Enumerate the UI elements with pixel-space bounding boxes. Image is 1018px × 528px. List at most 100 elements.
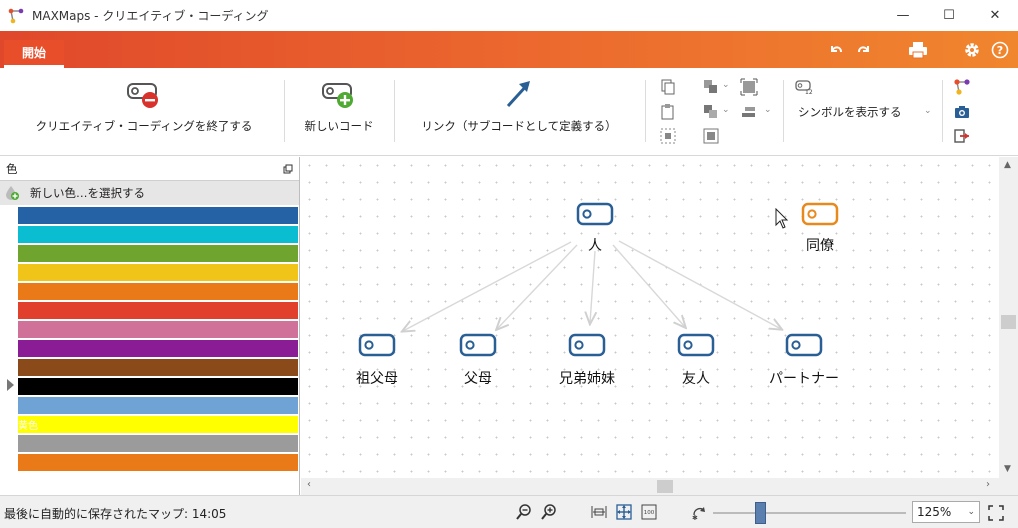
color-swatch[interactable]: [18, 435, 298, 452]
redo-icon[interactable]: [852, 38, 876, 62]
reset-zoom-icon[interactable]: ✱: [690, 503, 708, 521]
print-icon[interactable]: [906, 38, 930, 62]
align-icon[interactable]: [740, 103, 758, 121]
help-icon[interactable]: ?: [988, 38, 1012, 62]
scroll-left-icon[interactable]: ‹: [307, 479, 311, 490]
color-swatch[interactable]: [18, 340, 298, 357]
autosave-status: 最後に自動的に保存されたマップ: 14:05: [4, 507, 227, 521]
horizontal-scrollbar[interactable]: ‹ ›: [301, 478, 1018, 495]
zoom-slider-track[interactable]: [713, 512, 906, 514]
code-tag-icon[interactable]: [801, 202, 839, 226]
symbol-123-icon[interactable]: 123: [795, 78, 813, 96]
scroll-up-icon[interactable]: ▲: [1004, 160, 1011, 170]
zoom-slider-thumb[interactable]: [755, 502, 766, 524]
scroll-down-icon[interactable]: ▼: [1004, 464, 1011, 474]
paste-icon[interactable]: [659, 103, 677, 121]
scroll-right-icon[interactable]: ›: [986, 479, 990, 490]
zoom-in-icon[interactable]: [540, 503, 558, 521]
map-color-icon[interactable]: [953, 78, 971, 96]
fit-width-icon[interactable]: [590, 503, 608, 521]
fullscreen-icon[interactable]: [987, 504, 1005, 522]
color-swatch[interactable]: [18, 226, 298, 243]
ribbon-toolbar: クリエイティブ・コーディングを終了する 新しいコード リンク（サブコードとして定…: [0, 68, 1018, 156]
color-swatch[interactable]: [18, 302, 298, 319]
panel-restore-icon[interactable]: [283, 164, 293, 174]
svg-text:100: 100: [644, 510, 655, 516]
arrange-dropdown-icon[interactable]: ⌄: [722, 105, 730, 115]
map-links: [301, 240, 999, 478]
color-swatch[interactable]: [18, 283, 298, 300]
color-swatch-label: 黄色: [18, 421, 38, 432]
copy-icon[interactable]: [659, 78, 677, 96]
link-person-siblings: [590, 250, 595, 323]
code-node-label: 祖父母: [356, 371, 398, 387]
close-button[interactable]: ✕: [972, 0, 1018, 31]
tab-start[interactable]: 開始: [4, 40, 64, 68]
align-dropdown-icon[interactable]: ⌄: [764, 105, 772, 115]
color-swatch[interactable]: [18, 264, 298, 281]
color-swatch[interactable]: [18, 378, 298, 395]
new-color-item[interactable]: 新しい色…を選択する: [0, 181, 299, 205]
zoom-fit-icon[interactable]: [702, 127, 720, 145]
minimize-button[interactable]: —: [880, 0, 926, 31]
arrange-icon[interactable]: [702, 103, 720, 121]
color-panel: 色 新しい色…を選択する 黄色: [0, 157, 300, 495]
code-node-label: 父母: [464, 371, 492, 387]
group-icon[interactable]: [702, 78, 720, 96]
maxmaps-logo-icon: [8, 8, 24, 23]
color-swatch[interactable]: [18, 245, 298, 262]
code-tag-icon[interactable]: [568, 333, 606, 357]
svg-text:123: 123: [805, 89, 813, 96]
code-tag-icon[interactable]: [677, 333, 715, 357]
horizontal-scroll-thumb[interactable]: [657, 480, 673, 493]
zoom-value: 125%: [917, 505, 952, 519]
color-swatch[interactable]: 黄色: [18, 416, 298, 433]
zoom-100-icon[interactable]: 100: [640, 503, 658, 521]
show-symbols-dropdown[interactable]: シンボルを表示する: [798, 104, 902, 120]
add-color-icon: [6, 186, 19, 200]
svg-text:✱: ✱: [692, 514, 698, 521]
link-person-grandparents: [403, 241, 572, 331]
undo-icon[interactable]: [824, 38, 848, 62]
code-add-icon: [322, 83, 353, 108]
zoom-chevron-icon: ⌄: [967, 507, 975, 517]
color-swatch-list: 黄色: [18, 207, 298, 473]
link-subcode-label: リンク（サブコードとして定義する）: [421, 119, 617, 133]
zoom-select[interactable]: 125% ⌄: [912, 501, 980, 523]
fit-page-icon[interactable]: [615, 503, 633, 521]
selected-row-indicator-icon: [7, 379, 14, 391]
color-swatch[interactable]: [18, 454, 298, 471]
end-creative-coding-button[interactable]: クリエイティブ・コーディングを終了する: [20, 78, 268, 134]
color-swatch[interactable]: [18, 359, 298, 376]
code-remove-icon: [127, 83, 158, 108]
end-creative-coding-label: クリエイティブ・コーディングを終了する: [35, 119, 253, 133]
zoom-out-icon[interactable]: [515, 503, 533, 521]
vertical-scrollbar[interactable]: ▲ ▼: [999, 157, 1018, 478]
color-swatch[interactable]: [18, 321, 298, 338]
color-panel-title: 色: [6, 161, 18, 176]
new-code-button[interactable]: 新しいコード: [296, 78, 382, 134]
color-swatch[interactable]: [18, 397, 298, 414]
show-symbols-chevron-icon[interactable]: ⌄: [924, 106, 932, 116]
gear-icon[interactable]: [960, 38, 984, 62]
group-dropdown-icon[interactable]: ⌄: [722, 80, 730, 90]
map-canvas[interactable]: 人 同僚 祖父母 父母 兄弟姉妹 友人 パートナー: [301, 157, 999, 478]
link-person-parents: [497, 244, 578, 329]
maximize-button[interactable]: ☐: [926, 0, 972, 31]
new-color-label: 新しい色…を選択する: [30, 186, 145, 200]
code-tag-icon[interactable]: [459, 333, 497, 357]
code-node-label: 人: [588, 238, 602, 254]
export-icon[interactable]: [953, 127, 971, 145]
link-subcode-button[interactable]: リンク（サブコードとして定義する）: [408, 78, 630, 134]
camera-icon[interactable]: [953, 103, 971, 121]
code-node-label: 兄弟姉妹: [559, 371, 615, 387]
code-tag-icon[interactable]: [576, 202, 614, 226]
title-bar: MAXMaps - クリエイティブ・コーディング — ☐ ✕: [0, 0, 1018, 31]
select-all-icon[interactable]: [659, 127, 677, 145]
fit-icon[interactable]: [740, 78, 758, 96]
link-person-partner: [618, 240, 781, 329]
code-tag-icon[interactable]: [358, 333, 396, 357]
color-swatch[interactable]: [18, 207, 298, 224]
vertical-scroll-thumb[interactable]: [1001, 315, 1016, 329]
code-tag-icon[interactable]: [785, 333, 823, 357]
